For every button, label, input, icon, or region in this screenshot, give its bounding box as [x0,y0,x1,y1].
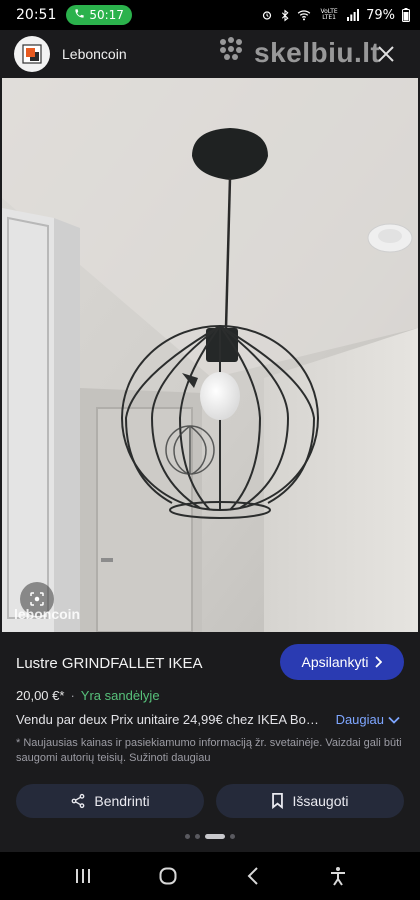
chevron-right-icon [375,656,383,668]
back-icon [247,867,258,885]
page-dot [230,834,235,839]
dots-logo-icon [218,36,248,69]
status-icons: VoLTE LTE1 79% [261,8,410,23]
back-button[interactable] [233,856,273,896]
page-indicator [0,834,420,839]
home-button[interactable] [148,856,188,896]
share-button[interactable]: Bendrinti [16,784,204,818]
wifi-icon [297,9,311,21]
price-row: 20,00 €* · Yra sandėlyje [16,688,160,703]
phone-icon [74,8,85,22]
recent-apps-button[interactable] [63,856,103,896]
status-bar: 20:51 50:17 VoLTE LTE1 79% [0,0,420,30]
lens-result-header: Leboncoin skelbiu.lt [0,30,420,78]
disclaimer-text: * Naujausias kainas ir pasiekiamumo info… [16,737,402,764]
chevron-down-icon [388,716,400,724]
battery-icon [402,8,410,22]
result-details: Lustre GRINDFALLET IKEA Apsilankyti 20,0… [0,632,420,852]
lamp-photo [2,78,418,632]
result-image[interactable]: leboncoin [2,78,418,632]
battery-level: 79% [366,7,395,23]
watermark-text: skelbiu.lt [254,36,381,68]
bluetooth-icon [280,8,290,22]
save-label: Išsaugoti [292,793,349,809]
page-dot-active [205,834,225,839]
bookmark-icon [272,793,284,809]
home-icon [159,867,176,885]
photo-watermark: leboncoin [14,606,81,622]
product-title: Lustre GRINDFALLET IKEA [16,655,203,672]
product-description: Vendu par deux Prix unitaire 24,99€ chez… [16,712,321,727]
more-button[interactable]: Daugiau [336,712,400,727]
alarm-icon [261,9,273,21]
visit-label: Apsilankyti [301,654,369,670]
close-icon [378,46,394,62]
page-dot [195,834,200,839]
network-type: VoLTE LTE1 [320,8,338,21]
separator-dot: · [70,688,75,703]
accessibility-icon [330,867,345,886]
share-label: Bendrinti [94,793,150,809]
more-label: Daugiau [335,712,384,727]
stock-status: Yra sandėlyje [80,688,160,703]
site-name: Leboncoin [62,46,127,62]
ongoing-call-chip[interactable]: 50:17 [66,5,132,25]
action-buttons: Bendrinti Išsaugoti [16,784,404,818]
call-duration: 50:17 [89,8,124,22]
skelbiu-watermark: skelbiu.lt [218,36,380,69]
page-dot [185,834,190,839]
save-button[interactable]: Išsaugoti [216,784,404,818]
site-favicon [14,36,50,72]
accessibility-button[interactable] [318,856,358,896]
close-button[interactable] [374,42,398,66]
status-time: 20:51 [16,7,57,23]
recents-icon [75,869,90,883]
visit-button[interactable]: Apsilankyti [280,644,404,680]
share-icon [71,793,85,809]
signal-icon [347,9,360,21]
price: 20,00 €* [16,688,65,703]
system-navigation-bar [0,852,420,900]
